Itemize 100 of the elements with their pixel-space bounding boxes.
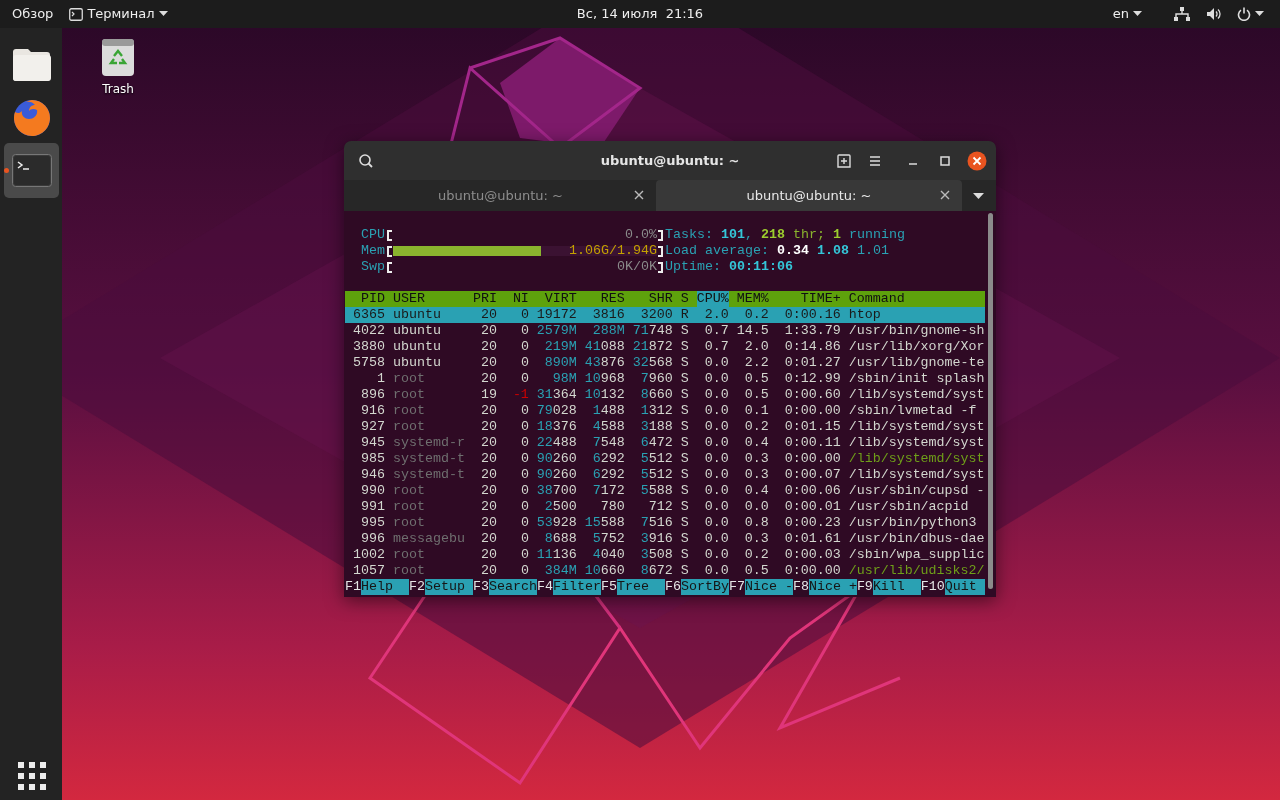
process-row[interactable]: 995 root 20 0 53928 15588 7516 S 0.0 0.8 0:00.23 /usr/bin/python3 [345, 515, 985, 531]
table-cell-text: 0.0 [703, 451, 729, 467]
dock-item[interactable] [4, 143, 59, 198]
column-header[interactable]: NI [504, 291, 529, 307]
close-icon[interactable] [965, 149, 989, 173]
function-key-button[interactable]: SortBy [680, 579, 729, 595]
app-menu[interactable]: Терминал [69, 0, 168, 28]
column-header[interactable]: PID [345, 291, 385, 307]
function-key-button[interactable]: Search [488, 579, 537, 595]
table-cell-text: 0.5 [743, 563, 769, 579]
table-cell: /lib/systemd/syst [848, 435, 985, 451]
table-cell-text: root [392, 419, 426, 435]
process-row[interactable]: 896 root 19 -1 31364 10132 8660 S 0.0 0.5 0:00.60 /lib/systemd/syst [345, 387, 985, 403]
process-row[interactable]: 1002 root 20 0 11136 4040 3508 S 0.0 0.2 0:00.03 /sbin/wpa_supplic [345, 547, 985, 563]
column-header[interactable]: PRI [472, 291, 497, 307]
browser-icon[interactable] [11, 97, 52, 138]
table-cell-text: 946 [360, 467, 385, 483]
language-menu[interactable]: en [1112, 0, 1142, 28]
process-row[interactable]: 916 root 20 0 79028 1488 1312 S 0.0 0.1 0:00.00 /sbin/lvmetad -f [345, 403, 985, 419]
volume-icon[interactable] [1206, 7, 1221, 21]
function-key-button[interactable]: Setup [425, 579, 473, 595]
process-row[interactable]: 6365 ubuntu 20 0 19172 3816 3200 R 2.0 0.2 0:00.16 htop [345, 307, 985, 323]
process-row[interactable]: 996 messagebu 20 0 8688 5752 3916 S 0.0 0.3 0:01.61 /usr/bin/dbus-dae [345, 531, 985, 547]
table-cell: 10968 [584, 371, 625, 387]
close-icon[interactable] [634, 190, 644, 200]
column-header[interactable]: Command [848, 291, 985, 307]
dropdown-icon[interactable] [973, 192, 984, 199]
table-cell-text: 0.5 [743, 371, 769, 387]
table-cell: 15588 [584, 515, 625, 531]
table-cell-text: 1312 [639, 403, 673, 419]
function-key: F4 [536, 579, 553, 595]
function-key-button[interactable]: Help [361, 579, 409, 595]
terminal-icon[interactable] [11, 154, 52, 187]
process-row[interactable]: 946 systemd-t 20 0 90260 6292 5512 S 0.0 0.3 0:00.07 /lib/systemd/syst [345, 467, 985, 483]
table-cell: S [680, 339, 689, 355]
table-cell-text: 20 [479, 339, 497, 355]
table-cell-text: 2.0 [743, 339, 769, 355]
app-grid-icon[interactable] [17, 761, 46, 790]
clock[interactable]: Вс, 14 июля 21:16 [576, 0, 704, 28]
column-header[interactable]: RES [584, 291, 625, 307]
table-cell-text: 5752 [591, 531, 625, 547]
table-cell-text: 7516 [639, 515, 673, 531]
table-cell-text: 0.2 [743, 547, 769, 563]
table-cell-text: 896 [360, 387, 385, 403]
process-row[interactable]: 990 root 20 0 38700 7172 5588 S 0.0 0.4 0:00.06 /usr/sbin/cupsd - [345, 483, 985, 499]
process-row[interactable]: 927 root 20 0 18376 4588 3188 S 0.0 0.2 0:01.15 /lib/systemd/syst [345, 419, 985, 435]
table-cell-text: root [392, 403, 426, 419]
power-icon[interactable] [1237, 7, 1251, 21]
table-cell: /usr/sbin/cupsd - [848, 483, 985, 499]
terminal-tab[interactable]: ubuntu@ubuntu: ~ [656, 180, 962, 211]
caret-icon[interactable] [1255, 11, 1264, 17]
column-header[interactable]: CPU% [696, 291, 729, 307]
process-row[interactable]: 5758 ubuntu 20 0 890M 43876 32568 S 0.0 2.2 0:01.27 /usr/lib/gnome-te [345, 355, 985, 371]
function-key-button[interactable]: Quit [944, 579, 985, 595]
function-key-button[interactable]: Kill [872, 579, 921, 595]
function-key-button[interactable]: Tree [616, 579, 665, 595]
process-row[interactable]: 945 systemd-r 20 0 22488 7548 6472 S 0.0 0.4 0:00.11 /lib/systemd/syst [345, 435, 985, 451]
table-cell-text: 20 [479, 355, 497, 371]
activities-button[interactable]: Обзор [12, 0, 54, 28]
table-cell-text: 0:00.60 [783, 387, 841, 403]
process-row[interactable]: 985 systemd-t 20 0 90260 6292 5512 S 0.0 0.3 0:00.00 /lib/systemd/syst [345, 451, 985, 467]
table-cell-text: 6472 [639, 435, 673, 451]
table-cell-text: 0.3 [743, 467, 769, 483]
table-cell-text: 98M [551, 371, 577, 387]
column-header[interactable]: TIME+ [776, 291, 841, 307]
table-cell-text: 20 [479, 499, 497, 515]
terminal-tab[interactable]: ubuntu@ubuntu: ~ [345, 180, 656, 211]
table-cell-text: 0.0 [703, 371, 729, 387]
process-row[interactable]: 3880 ubuntu 20 0 219M 41088 21872 S 0.7 2.0 0:14.86 /usr/lib/xorg/Xor [345, 339, 985, 355]
table-cell-text: 3200 [639, 307, 673, 323]
trash-icon[interactable] [100, 36, 136, 78]
table-cell-text: /usr/sbin/acpid [848, 499, 970, 515]
column-header[interactable]: VIRT [536, 291, 577, 307]
table-cell-text: 0 [519, 435, 529, 451]
column-header[interactable]: SHR [632, 291, 673, 307]
table-cell-text: 0.0 [703, 499, 729, 515]
process-row[interactable]: 1057 root 20 0 384M 10660 8672 S 0.0 0.5 0:00.00 /usr/lib/udisks2/ [345, 563, 985, 579]
table-cell-text: 5512 [639, 451, 673, 467]
table-cell-text: root [392, 499, 426, 515]
table-cell-text: 20 [479, 531, 497, 547]
close-icon[interactable] [940, 190, 950, 200]
column-header[interactable]: S [680, 291, 689, 307]
table-cell-text: 0:00.07 [783, 467, 841, 483]
icon-label[interactable]: Trash [102, 80, 134, 98]
column-header[interactable]: USER [392, 291, 465, 307]
process-row[interactable]: 1 root 20 0 98M 10968 7960 S 0.0 0.5 0:12.99 /sbin/init splash [345, 371, 985, 387]
function-key-button[interactable]: Nice + [808, 579, 857, 595]
table-cell-text: 384M [543, 563, 577, 579]
column-header[interactable]: MEM% [736, 291, 769, 307]
table-cell: messagebu [392, 531, 465, 547]
scrollbar[interactable] [988, 213, 993, 589]
table-cell: 41088 [584, 339, 625, 355]
network-icon[interactable] [1174, 7, 1190, 21]
table-cell-text: 0.0 [743, 499, 769, 515]
table-cell-text: 0:00.11 [783, 435, 841, 451]
process-row[interactable]: 4022 ubuntu 20 0 2579M 288M 71748 S 0.7 14.5 1:33.79 /usr/bin/gnome-sh [345, 323, 985, 339]
process-row[interactable]: 991 root 20 0 2500 780 712 S 0.0 0.0 0:00.01 /usr/sbin/acpid [345, 499, 985, 515]
table-cell-text: 0.8 [743, 515, 769, 531]
table-cell-text: 20 [479, 515, 497, 531]
function-key-button[interactable]: Nice - [744, 579, 793, 595]
